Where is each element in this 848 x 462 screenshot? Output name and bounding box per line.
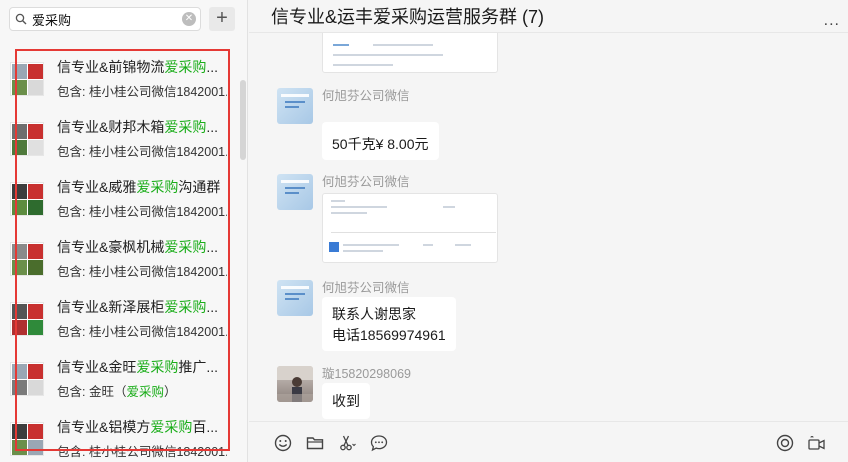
group-avatar [10,242,44,276]
result-title: 信专业&威雅爱采购沟通群 [57,179,221,195]
search-input[interactable] [32,9,182,29]
result-members: 包含: 桂小桂公司微信1842001... [57,205,227,219]
group-avatar [10,182,44,216]
results-scrollbar[interactable] [240,80,246,160]
message-bubble[interactable]: 收到 [322,383,370,419]
search-icon [15,13,27,25]
group-avatar [10,362,44,396]
result-members: 包含: 桂小桂公司微信1842001... [57,265,227,279]
more-options-icon[interactable]: ... [824,12,840,30]
result-title: 信专业&金旺爱采购推广... [57,359,219,375]
sender-name: 何旭芬公司微信 [322,175,410,189]
sender-name: 何旭芬公司微信 [322,281,410,295]
left-panel: ✕ + 信专业&前锦物流爱采购... 包含: 桂小桂公司微信1842001...… [0,0,248,462]
chat-title: 信专业&运丰爱采购运营服务群 (7) [271,7,545,27]
person-photo-icon [277,366,313,402]
folder-icon[interactable] [305,433,325,453]
message-bubble[interactable]: 50千克¥ 8.00元 [322,122,439,160]
result-members: 包含: 桂小桂公司微信1842001... [57,145,227,159]
list-item[interactable]: 信专业&金旺爱采购推广... 包含: 金旺（爱采购） [0,348,236,408]
contact-avatar-icon [281,286,309,300]
result-members: 包含: 桂小桂公司微信1842001... [57,85,227,99]
sender-name: 何旭芬公司微信 [322,89,410,103]
chat-bubble-icon[interactable] [369,433,389,453]
clear-search-icon[interactable]: ✕ [182,12,196,26]
contact-avatar-icon [281,180,309,194]
result-title: 信专业&财邦木箱爱采购... [57,119,219,135]
live-icon[interactable] [775,433,795,453]
avatar[interactable] [277,88,313,124]
scissors-icon[interactable] [337,433,357,453]
list-item[interactable]: 信专业&财邦木箱爱采购... 包含: 桂小桂公司微信1842001... [0,108,236,168]
shared-image[interactable] [322,33,498,73]
contact-avatar-icon [281,94,309,108]
avatar[interactable] [277,174,313,210]
list-item[interactable]: 信专业&豪枫机械爱采购... 包含: 桂小桂公司微信1842001... [0,228,236,288]
list-item[interactable]: 信专业&铝模方爱采购百... 包含: 桂小桂公司微信1842001... [0,408,236,458]
add-button[interactable]: + [209,7,235,31]
search-box[interactable]: ✕ [9,7,201,31]
list-item[interactable]: 信专业&新泽展柜爱采购... 包含: 桂小桂公司微信1842001... [0,288,236,348]
result-members: 包含: 金旺（爱采购） [57,385,177,399]
result-title: 信专业&豪枫机械爱采购... [57,239,219,255]
search-results-list: 信专业&前锦物流爱采购... 包含: 桂小桂公司微信1842001... 信专业… [0,48,236,458]
result-title: 信专业&铝模方爱采购百... [57,419,219,435]
emoji-icon[interactable] [273,433,293,453]
message-bubble[interactable]: 联系人谢思家 电话18569974961 [322,297,456,351]
group-avatar [10,302,44,336]
message-line: 联系人谢思家 [332,306,416,322]
chat-panel: 信专业&运丰爱采购运营服务群 (7) ... 何旭芬公司微信 50千克¥ 8.0… [249,0,848,462]
group-avatar [10,122,44,156]
sender-name: 璇15820298069 [322,367,411,381]
result-members: 包含: 桂小桂公司微信1842001... [57,325,227,339]
input-toolbar [249,421,848,462]
result-title: 信专业&新泽展柜爱采购... [57,299,219,315]
list-item[interactable]: 信专业&前锦物流爱采购... 包含: 桂小桂公司微信1842001... [0,48,236,108]
group-avatar [10,422,44,456]
list-item[interactable]: 信专业&威雅爱采购沟通群 包含: 桂小桂公司微信1842001... [0,168,236,228]
avatar[interactable] [277,366,313,402]
avatar[interactable] [277,280,313,316]
shared-image[interactable] [322,193,498,263]
message-list: 何旭芬公司微信 50千克¥ 8.00元 何旭芬公司微信 何旭芬公司微信 联系人谢… [249,33,848,421]
result-title: 信专业&前锦物流爱采购... [57,59,219,75]
group-avatar [10,62,44,96]
result-members: 包含: 桂小桂公司微信1842001... [57,445,227,458]
video-call-icon[interactable] [807,433,827,453]
message-line: 电话18569974961 [332,327,446,343]
